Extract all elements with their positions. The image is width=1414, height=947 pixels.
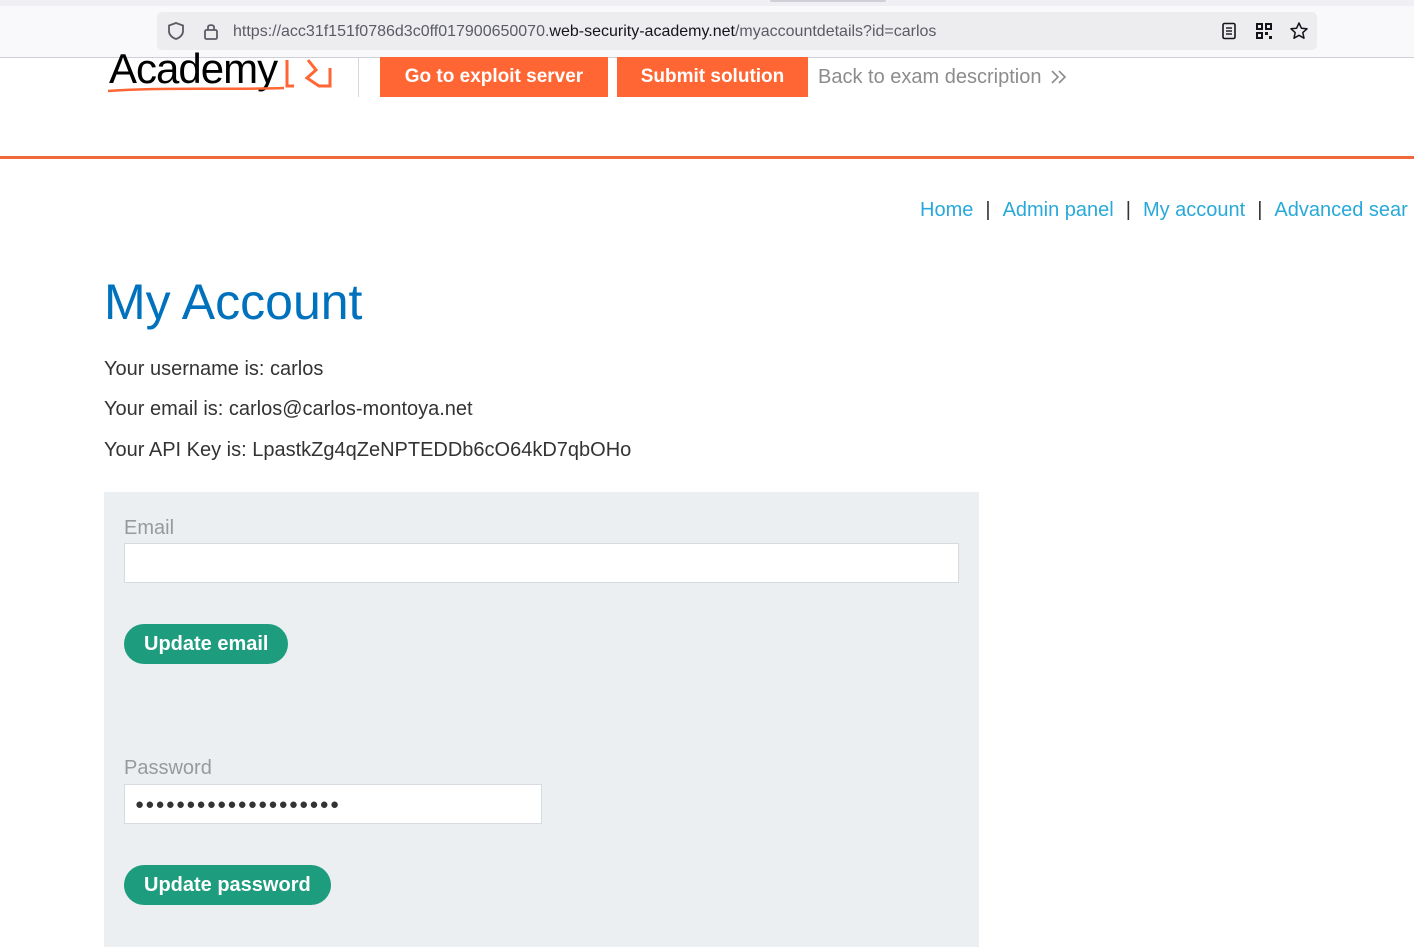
nav-advanced-search-link[interactable]: Advanced sear <box>1274 199 1407 221</box>
url-text[interactable]: https://acc31f151f0786d3c0ff017900650070… <box>233 22 936 42</box>
page-title: My Account <box>104 274 363 330</box>
top-nav: Home | Admin panel | My account | Advanced sea… <box>920 197 1408 223</box>
nav-separator: | <box>1125 199 1131 221</box>
password-input[interactable]: ●●●●●●●●●●●●●●●●●●●● <box>124 784 542 824</box>
nav-my-account-link[interactable]: My account <box>1143 199 1245 221</box>
bookmark-star-icon[interactable] <box>1289 21 1309 41</box>
password-label: Password <box>124 757 212 779</box>
submit-solution-button[interactable]: Submit solution <box>617 57 808 97</box>
update-password-button[interactable]: Update password <box>124 865 331 905</box>
double-chevron-right-icon <box>1051 70 1067 84</box>
shield-icon[interactable] <box>166 21 186 41</box>
reader-view-icon[interactable] <box>1219 21 1239 41</box>
lock-icon[interactable] <box>201 21 221 41</box>
tab-strip <box>0 0 1414 6</box>
url-path: /myaccountdetails?id=carlos <box>734 23 937 40</box>
go-to-exploit-server-button[interactable]: Go to exploit server <box>380 57 608 97</box>
header-rule <box>0 156 1414 159</box>
email-label: Email <box>124 517 175 539</box>
url-host: web-security-academy.net <box>549 23 735 40</box>
email-line: Your email is: carlos@carlos-montoya.net <box>104 398 473 420</box>
address-bar[interactable]: https://acc31f151f0786d3c0ff017900650070… <box>157 12 1317 50</box>
tab-edge <box>770 0 886 2</box>
header-divider <box>358 57 359 97</box>
back-to-exam-description-link[interactable]: Back to exam description <box>818 64 1067 90</box>
nav-separator: | <box>985 199 991 221</box>
api-key-line: Your API Key is: LpastkZg4qZeNPTEDDb6cO6… <box>104 439 632 461</box>
username-line: Your username is: carlos <box>104 358 324 380</box>
nav-separator: | <box>1257 199 1263 221</box>
email-input[interactable] <box>124 543 959 583</box>
account-form-panel: Email Update email Password ●●●●●●●●●●●●… <box>104 492 979 947</box>
qr-code-icon[interactable] <box>1254 21 1274 41</box>
nav-home-link[interactable]: Home <box>920 199 973 221</box>
url-prefix: https://acc31f151f0786d3c0ff017900650070… <box>233 23 550 40</box>
logo-mark-icon <box>107 59 332 93</box>
academy-logo[interactable]: Academy <box>106 46 338 98</box>
password-mask: ●●●●●●●●●●●●●●●●●●●● <box>135 796 341 813</box>
update-email-button[interactable]: Update email <box>124 624 289 664</box>
nav-admin-panel-link[interactable]: Admin panel <box>1003 199 1114 221</box>
back-link-label: Back to exam description <box>818 66 1042 88</box>
